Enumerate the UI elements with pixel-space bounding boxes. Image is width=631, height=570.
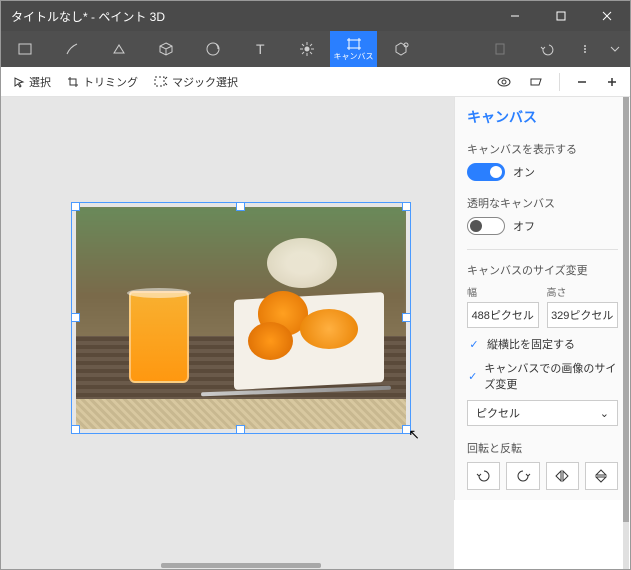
horizontal-scrollbar[interactable] — [161, 563, 321, 568]
brushes-tab[interactable] — [48, 31, 95, 67]
resize-handle-tl[interactable] — [71, 202, 80, 211]
minimize-button[interactable] — [492, 1, 538, 31]
flip-vertical-button[interactable] — [585, 462, 618, 490]
2d-shapes-tab[interactable] — [95, 31, 142, 67]
effects-tab[interactable] — [283, 31, 330, 67]
canvas-selection[interactable]: ↖ — [76, 207, 406, 429]
canvas-image — [76, 207, 406, 429]
resize-handle-tr[interactable] — [402, 202, 411, 211]
main-area: ↖ キャンバス キャンバスを表示する オン 透明なキャンバス オフ キャンバスの… — [1, 97, 630, 569]
text-tab[interactable]: T — [236, 31, 283, 67]
show-canvas-state: オン — [513, 164, 535, 180]
3d-library-tab[interactable] — [377, 31, 424, 67]
cursor-icon: ↖ — [408, 426, 420, 443]
height-input[interactable]: 329ピクセル — [547, 302, 619, 328]
expand-button[interactable] — [600, 31, 630, 67]
resize-canvas-label: キャンバスのサイズ変更 — [467, 262, 618, 278]
stickers-tab[interactable] — [189, 31, 236, 67]
resize-handle-b[interactable] — [236, 425, 245, 434]
magic-select-tool[interactable]: マジック選択 — [148, 70, 244, 94]
crop-tool[interactable]: トリミング — [61, 70, 144, 94]
show-canvas-label: キャンバスを表示する — [467, 141, 618, 157]
more-dropdown[interactable] — [570, 31, 600, 67]
maximize-button[interactable] — [538, 1, 584, 31]
zoom-out-button[interactable] — [570, 70, 594, 94]
width-input[interactable]: 488ピクセル — [467, 302, 539, 328]
view-3d-button[interactable] — [491, 70, 517, 94]
unit-dropdown[interactable]: ピクセル ⌄ — [467, 400, 618, 426]
canvas-tab[interactable]: キャンバス — [330, 31, 377, 67]
show-canvas-toggle[interactable] — [467, 163, 505, 181]
resize-handle-bl[interactable] — [71, 425, 80, 434]
check-icon: ✓ — [467, 369, 478, 383]
zoom-in-button[interactable] — [600, 70, 624, 94]
rotate-right-button[interactable] — [506, 462, 539, 490]
undo-button[interactable] — [523, 31, 570, 67]
resize-handle-t[interactable] — [236, 202, 245, 211]
3d-shapes-tab[interactable] — [142, 31, 189, 67]
canvas-tab-label: キャンバス — [334, 53, 374, 61]
transparent-canvas-toggle[interactable] — [467, 217, 505, 235]
close-button[interactable] — [584, 1, 630, 31]
resize-image-checkbox[interactable]: ✓ キャンバスでの画像のサイズ変更 — [467, 360, 618, 392]
flip-horizontal-button[interactable] — [546, 462, 579, 490]
height-label: 高さ — [547, 284, 619, 299]
panel-title: キャンバス — [467, 107, 618, 127]
rotate-flip-label: 回転と反転 — [467, 440, 618, 456]
transparent-canvas-label: 透明なキャンバス — [467, 195, 618, 211]
chevron-down-icon: ⌄ — [600, 407, 609, 420]
width-label: 幅 — [467, 284, 539, 299]
window-title: タイトルなし* - ペイント 3D — [1, 8, 492, 25]
rotate-left-button[interactable] — [467, 462, 500, 490]
resize-handle-l[interactable] — [71, 313, 80, 322]
canvas-viewport[interactable]: ↖ — [1, 97, 454, 569]
resize-handle-r[interactable] — [402, 313, 411, 322]
lock-aspect-checkbox[interactable]: ✓ 縦横比を固定する — [467, 336, 618, 352]
menu-button[interactable] — [1, 31, 48, 67]
panel-scrollbar[interactable] — [623, 97, 629, 569]
select-tool[interactable]: 選択 — [7, 70, 57, 94]
paste-button — [476, 31, 523, 67]
check-icon: ✓ — [467, 337, 481, 351]
secondary-toolbar: 選択 トリミング マジック選択 — [1, 67, 630, 97]
title-bar: タイトルなし* - ペイント 3D — [1, 1, 630, 31]
canvas-properties-panel: キャンバス キャンバスを表示する オン 透明なキャンバス オフ キャンバスのサイ… — [454, 97, 630, 500]
mixed-reality-button[interactable] — [523, 70, 549, 94]
ribbon: T キャンバス — [1, 31, 630, 67]
transparent-canvas-state: オフ — [513, 218, 535, 234]
svg-text:T: T — [256, 41, 265, 57]
